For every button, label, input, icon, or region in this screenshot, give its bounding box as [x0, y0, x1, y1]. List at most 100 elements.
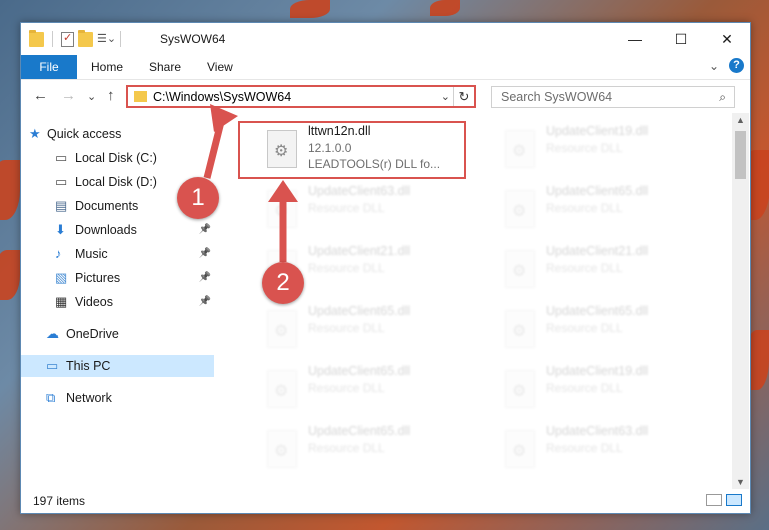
- drive-icon: ▭: [55, 150, 68, 165]
- divider: [120, 31, 121, 47]
- documents-icon: ▤: [55, 198, 68, 213]
- file-detail: Resource DLL: [308, 381, 385, 395]
- network-icon: ⧉: [46, 390, 56, 405]
- item-count: 197 items: [33, 494, 86, 508]
- sidebar-item-label: Network: [66, 391, 112, 405]
- address-path[interactable]: C:\Windows\SysWOW64: [153, 90, 291, 104]
- music-icon: ♪: [55, 246, 62, 261]
- dll-file-icon: [505, 310, 535, 348]
- callout-1: 1: [177, 177, 219, 219]
- quick-access-toolbar: ☰⌄: [29, 29, 125, 47]
- scrollbar-thumb[interactable]: [735, 131, 746, 179]
- window-title: SysWOW64: [160, 32, 226, 46]
- maximize-button[interactable]: ☐: [658, 23, 704, 55]
- videos-icon: ▦: [55, 294, 68, 309]
- pin-icon[interactable]: 📌: [199, 291, 211, 313]
- dll-file-icon: [505, 250, 535, 288]
- download-icon: ⬇: [55, 222, 66, 237]
- dll-file-icon: [505, 370, 535, 408]
- file-item[interactable]: UpdateClient65.dll Resource DLL: [499, 304, 729, 360]
- computer-icon: ▭: [46, 358, 59, 373]
- tab-share[interactable]: Share: [149, 55, 181, 79]
- file-name: UpdateClient63.dll: [308, 184, 411, 198]
- sidebar-item[interactable]: ▦ Videos 📌: [21, 291, 214, 313]
- navigation-bar: ← → ⌄ ↑ C:\Windows\SysWOW64 ⌄ ↻ Search S…: [21, 83, 750, 113]
- sidebar-item[interactable]: ☁ OneDrive: [21, 323, 214, 345]
- status-bar: 197 items: [21, 489, 750, 513]
- sidebar-item-label: Local Disk (D:): [75, 175, 157, 189]
- sidebar-item-label: Pictures: [75, 271, 121, 285]
- file-item[interactable]: UpdateClient19.dll Resource DLL: [499, 364, 729, 420]
- sidebar-item-label: OneDrive: [66, 327, 119, 341]
- pin-icon[interactable]: 📌: [199, 243, 211, 265]
- file-item[interactable]: UpdateClient21.dll Resource DLL: [499, 244, 729, 300]
- pictures-icon: ▧: [55, 270, 68, 285]
- file-name: UpdateClient21.dll: [308, 244, 411, 258]
- sidebar-item-label: Documents: [75, 199, 139, 213]
- up-arrow-icon[interactable]: ↑: [107, 87, 115, 104]
- back-arrow-icon[interactable]: ←: [33, 87, 48, 104]
- dll-file-icon: [267, 370, 297, 408]
- pin-icon[interactable]: 📌: [199, 219, 211, 241]
- refresh-icon[interactable]: ↻: [453, 87, 474, 106]
- properties-icon[interactable]: [61, 31, 74, 47]
- file-name: UpdateClient65.dll: [546, 184, 649, 198]
- file-item[interactable]: UpdateClient65.dll Resource DLL: [499, 184, 729, 240]
- tab-view[interactable]: View: [207, 55, 233, 79]
- file-detail: Resource DLL: [546, 201, 623, 215]
- file-item[interactable]: UpdateClient19.dll Resource DLL: [499, 124, 729, 180]
- details-view-icon[interactable]: [706, 494, 722, 506]
- star-icon: ★: [29, 126, 41, 141]
- sidebar-item[interactable]: ⬇ Downloads 📌: [21, 219, 214, 241]
- background-leaf: [0, 160, 20, 220]
- sidebar-item[interactable]: ★ Quick access: [21, 123, 214, 145]
- sidebar-item-label: Videos: [75, 295, 113, 309]
- sidebar-item[interactable]: ⧉ Network: [21, 387, 214, 409]
- sidebar-item[interactable]: ▭ This PC: [21, 355, 214, 377]
- sidebar-item-label: Music: [75, 247, 108, 261]
- dll-file-icon: [505, 190, 535, 228]
- expand-ribbon-icon[interactable]: ⌄: [709, 59, 719, 73]
- file-item[interactable]: UpdateClient65.dll Resource DLL: [261, 424, 491, 480]
- sidebar-item[interactable]: ♪ Music 📌: [21, 243, 214, 265]
- large-icons-view-icon[interactable]: [726, 494, 742, 506]
- scroll-down-icon[interactable]: ▼: [736, 477, 745, 487]
- help-icon[interactable]: ?: [729, 58, 744, 73]
- file-detail: Resource DLL: [546, 441, 623, 455]
- file-item[interactable]: UpdateClient65.dll Resource DLL: [261, 364, 491, 420]
- background-leaf: [0, 250, 20, 300]
- background-leaf: [430, 0, 460, 16]
- new-folder-icon[interactable]: [78, 29, 93, 47]
- sidebar-item-label: Quick access: [47, 127, 122, 141]
- sidebar-item[interactable]: ▧ Pictures 📌: [21, 267, 214, 289]
- minimize-button[interactable]: —: [612, 23, 658, 55]
- search-input[interactable]: Search SysWOW64 ⌕: [491, 86, 735, 108]
- vertical-scrollbar[interactable]: ▲ ▼: [732, 113, 749, 489]
- file-item[interactable]: UpdateClient63.dll Resource DLL: [261, 184, 491, 240]
- forward-arrow-icon[interactable]: →: [61, 87, 76, 104]
- tab-file[interactable]: File: [21, 55, 77, 79]
- file-item[interactable]: UpdateClient63.dll Resource DLL: [499, 424, 729, 480]
- file-name: UpdateClient21.dll: [546, 244, 649, 258]
- file-name: UpdateClient19.dll: [546, 364, 649, 378]
- callout-2: 2: [262, 262, 304, 304]
- dll-file-icon: [505, 430, 535, 468]
- close-button[interactable]: ✕: [704, 23, 750, 55]
- search-icon[interactable]: ⌕: [719, 90, 726, 105]
- file-detail: Resource DLL: [308, 201, 385, 215]
- file-detail: Resource DLL: [308, 321, 385, 335]
- file-detail: Resource DLL: [546, 321, 623, 335]
- chevron-down-icon[interactable]: ⌄: [441, 90, 450, 103]
- sidebar-item[interactable]: ▭ Local Disk (C:): [21, 147, 214, 169]
- scroll-up-icon[interactable]: ▲: [736, 115, 745, 125]
- tab-home[interactable]: Home: [91, 55, 123, 79]
- search-placeholder: Search SysWOW64: [501, 90, 613, 104]
- file-name: UpdateClient65.dll: [308, 304, 411, 318]
- file-item[interactable]: UpdateClient65.dll Resource DLL: [261, 304, 491, 360]
- pin-icon[interactable]: 📌: [199, 267, 211, 289]
- customize-toolbar-icon[interactable]: ☰⌄: [97, 32, 116, 47]
- title-bar: ☰⌄ SysWOW64 — ☐ ✕: [21, 23, 750, 55]
- dll-file-icon: [267, 430, 297, 468]
- address-bar[interactable]: C:\Windows\SysWOW64 ⌄ ↻: [126, 85, 476, 108]
- recent-locations-icon[interactable]: ⌄: [87, 90, 96, 103]
